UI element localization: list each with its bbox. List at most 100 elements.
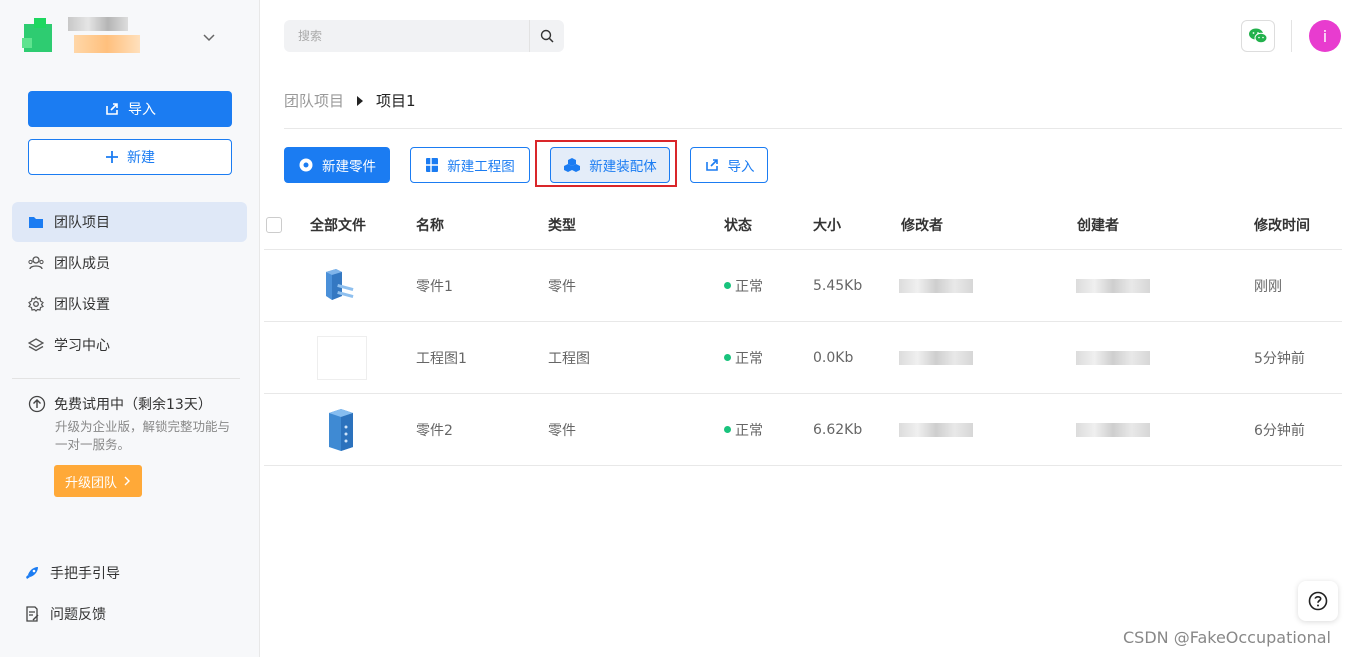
drawing-thumbnail [317,335,367,380]
search-bar [284,20,564,52]
wechat-button[interactable] [1241,20,1275,52]
sidebar-item-team-projects[interactable]: 团队项目 [12,202,247,242]
trial-info: 免费试用中（剩余13天） 升级为企业版，解锁完整功能与一对一服务。 [28,394,243,454]
import-icon [106,103,118,115]
sidebar-new-label: 新建 [127,150,155,166]
col-size[interactable]: 大小 [813,200,841,249]
search-input[interactable] [284,20,529,52]
trial-title: 免费试用中（剩余13天） [54,397,212,413]
part-3d-icon [326,268,354,300]
folder-icon [29,217,43,228]
new-drawing-button[interactable]: 新建工程图 [410,147,530,183]
plus-icon [106,151,118,163]
trial-description: 升级为企业版，解锁完整功能与一对一服务。 [55,419,231,452]
import-icon [705,159,718,171]
users-icon [28,256,44,270]
row-status: 正常 [735,350,763,367]
modifier-blurred [899,350,973,365]
new-drawing-label: 新建工程图 [447,159,515,175]
annotation-highlight-box [535,140,677,187]
creator-blurred [1076,422,1150,437]
help-icon [1308,591,1328,611]
status-dot [724,282,731,289]
caret-right-icon [357,95,364,106]
feedback-icon [26,606,39,622]
sidebar-import-label: 导入 [128,102,156,118]
row-status: 正常 [735,278,763,295]
row-modified-time: 5分钟前 [1254,350,1305,367]
breadcrumb-parent[interactable]: 团队项目 [284,90,344,111]
upgrade-team-label: 升级团队 [64,475,117,491]
row-status: 正常 [735,422,763,439]
upgrade-arrow-icon [28,395,46,413]
col-modifier[interactable]: 修改者 [901,200,943,249]
breadcrumb-divider [284,128,1342,129]
gear-icon [299,158,313,172]
feedback-link[interactable]: 问题反馈 [24,604,106,624]
sidebar: 导入 新建 团队项目 团队成员 团队设置 学习中心 免费试用中（剩余13天） 升… [0,0,260,657]
help-button[interactable] [1298,581,1338,621]
guide-label: 手把手引导 [50,566,120,582]
creator-blurred [1076,350,1150,365]
gear-icon [28,296,44,312]
col-name[interactable]: 名称 [416,200,444,249]
row-size: 0.0Kb [813,349,854,366]
col-creator[interactable]: 创建者 [1077,200,1119,249]
row-type: 工程图 [548,350,590,367]
row-name[interactable]: 零件1 [416,250,453,321]
sidebar-item-team-settings[interactable]: 团队设置 [12,284,247,324]
row-modified-time: 6分钟前 [1254,422,1305,439]
part-3d-icon [329,408,353,451]
feedback-label: 问题反馈 [50,607,106,623]
guide-link[interactable]: 手把手引导 [24,563,120,583]
row-modified-time: 刚刚 [1254,278,1282,295]
row-name[interactable]: 工程图1 [416,322,467,393]
col-modified-time[interactable]: 修改时间 [1254,200,1310,249]
row-size: 6.62Kb [813,421,863,438]
team-logo [22,18,60,56]
sidebar-divider [12,378,240,379]
creator-blurred [1076,278,1150,293]
sidebar-item-label: 团队项目 [54,215,110,231]
select-all-checkbox[interactable] [266,216,282,233]
modifier-blurred [899,422,973,437]
sidebar-new-button[interactable]: 新建 [28,139,232,175]
table-row[interactable]: 零件2 零件 正常 6.62Kb 6分钟前 [264,394,1342,466]
new-part-button[interactable]: 新建零件 [284,147,390,183]
row-type: 零件 [548,278,576,295]
watermark: CSDN @FakeOccupational [1123,628,1331,647]
file-table: 全部文件 名称 类型 状态 大小 修改者 创建者 修改时间 零件1 零件 正常 … [264,200,1342,466]
sidebar-item-label: 学习中心 [54,338,110,354]
col-all-files: 全部文件 [310,217,366,234]
toolbar-import-label: 导入 [727,159,755,175]
row-name[interactable]: 零件2 [416,394,453,465]
drawing-icon [426,158,439,172]
header-separator [1291,20,1292,52]
team-name-blurred [66,17,146,57]
status-dot [724,354,731,361]
sidebar-item-label: 团队设置 [54,297,110,313]
team-switcher[interactable] [22,12,222,62]
table-row[interactable]: 零件1 零件 正常 5.45Kb 刚刚 [264,250,1342,322]
sidebar-item-learning-center[interactable]: 学习中心 [12,325,247,365]
upgrade-team-button[interactable]: 升级团队 [54,465,142,497]
col-type[interactable]: 类型 [548,200,576,249]
layers-icon [28,338,44,352]
toolbar-import-button[interactable]: 导入 [690,147,768,183]
wechat-icon [1249,28,1268,44]
rocket-icon [26,567,38,579]
col-status[interactable]: 状态 [724,200,752,249]
sidebar-import-button[interactable]: 导入 [28,91,232,127]
row-type: 零件 [548,422,576,439]
breadcrumb-current: 项目1 [376,92,416,110]
table-row[interactable]: 工程图1 工程图 正常 0.0Kb 5分钟前 [264,322,1342,394]
modifier-blurred [899,278,973,293]
chevron-down-icon[interactable] [202,30,216,44]
sidebar-item-team-members[interactable]: 团队成员 [12,243,247,283]
avatar[interactable]: i [1309,20,1341,52]
status-dot [724,426,731,433]
breadcrumb: 团队项目 项目1 [284,90,416,111]
search-button[interactable] [530,20,564,52]
chevron-right-icon [124,476,130,486]
row-size: 5.45Kb [813,277,863,294]
